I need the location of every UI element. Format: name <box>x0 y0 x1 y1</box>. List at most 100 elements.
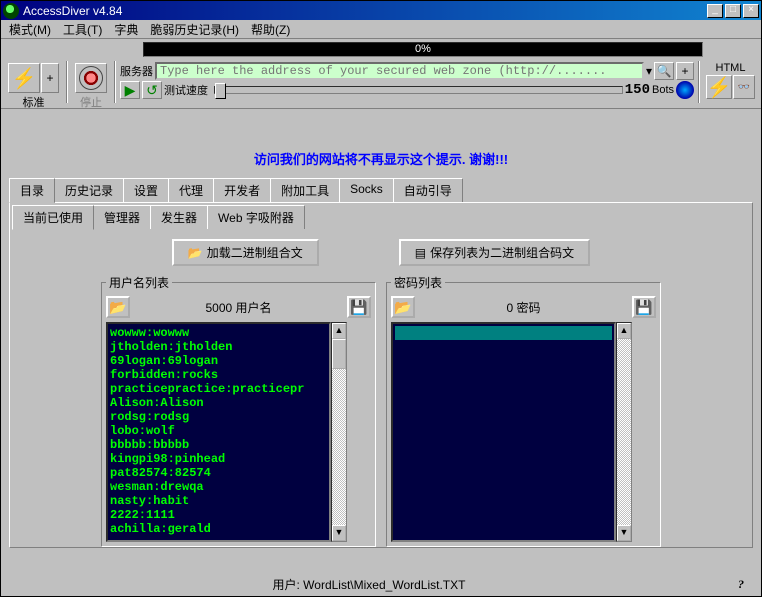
tab-settings[interactable]: 设置 <box>123 178 169 202</box>
password-list[interactable] <box>391 322 616 542</box>
maximize-button[interactable]: □ <box>725 4 741 18</box>
subtab-manager[interactable]: 管理器 <box>93 205 151 229</box>
username-panel: 用户名列表 📂 5000 用户名 💾 wowww:wowwwjtholden:j… <box>101 274 376 547</box>
password-legend: 密码列表 <box>391 274 445 291</box>
scroll-track[interactable] <box>617 339 631 525</box>
speed-label: 测试速度 <box>164 82 208 98</box>
close-button[interactable]: × <box>743 4 759 18</box>
minimize-button[interactable]: _ <box>707 4 723 18</box>
standard-button[interactable]: ⚡ <box>8 63 40 93</box>
bots-count: 150 <box>625 82 650 98</box>
password-panel: 密码列表 📂 0 密码 💾 ▲ ▼ <box>386 274 661 547</box>
menu-mode[interactable]: 模式(M) <box>3 19 57 40</box>
tab-proxy[interactable]: 代理 <box>168 178 214 202</box>
stop-label: 停止 <box>80 94 102 110</box>
scroll-down-button[interactable]: ▼ <box>617 525 631 541</box>
addr-plus-button[interactable]: + <box>676 62 694 80</box>
scroll-thumb[interactable] <box>332 339 346 369</box>
tab-autoguide[interactable]: 自动引导 <box>393 178 463 202</box>
save-combo-button[interactable]: ▤保存列表为二进制组合码文 <box>399 239 590 266</box>
folder-open-icon: 📂 <box>394 299 411 316</box>
slider-thumb[interactable] <box>215 83 226 99</box>
info-message: 访问我们的网站将不再显示这个提示. 谢谢!!! <box>1 109 761 178</box>
list-item[interactable]: forbidden:rocks <box>110 368 327 382</box>
standard-group: ⚡ + 标准 <box>5 61 62 112</box>
scroll-up-button[interactable]: ▲ <box>332 323 346 339</box>
list-item[interactable]: wowww:wowww <box>110 326 327 340</box>
folder-open-icon: 📂 <box>188 246 203 260</box>
bolt-icon: ⚡ <box>707 75 732 100</box>
open-pass-button[interactable]: 📂 <box>391 296 415 318</box>
tab-addons[interactable]: 附加工具 <box>270 178 340 202</box>
bots-label: Bots <box>652 84 674 96</box>
username-legend: 用户名列表 <box>106 274 172 291</box>
scroll-down-button[interactable]: ▼ <box>332 525 346 541</box>
progress-bar: 0% <box>143 42 703 57</box>
list-item[interactable]: kingpi98:pinhead <box>110 452 327 466</box>
save-users-button[interactable]: 💾 <box>347 296 371 318</box>
password-count: 0 密码 <box>419 299 628 316</box>
load-combo-button[interactable]: 📂 加载二进制组合文 <box>172 239 319 266</box>
list-item[interactable]: bbbbb:bbbbb <box>110 438 327 452</box>
floppy-icon: 💾 <box>635 299 652 316</box>
address-area: 服务器 ▾ 🔍 + ▶ ↺ 测试速度 150 Bots <box>120 61 694 99</box>
folder-open-icon: 📂 <box>109 299 126 316</box>
globe-icon[interactable] <box>676 81 694 99</box>
scroll-up-button[interactable]: ▲ <box>617 323 631 339</box>
sub-tabs: 当前已使用 管理器 发生器 Web 字吸附器 <box>12 205 750 229</box>
stop-group: 停止 <box>72 61 110 112</box>
pass-scrollbar[interactable]: ▲ ▼ <box>616 322 632 542</box>
selection-bar <box>395 326 612 340</box>
tab-socks[interactable]: Socks <box>339 178 394 202</box>
list-item[interactable]: wesman:drewqa <box>110 480 327 494</box>
menu-history[interactable]: 脆弱历史记录(H) <box>144 19 245 40</box>
html-bolt-button[interactable]: ⚡ <box>706 75 732 99</box>
scroll-track[interactable] <box>332 339 346 525</box>
list-item[interactable]: pat82574:82574 <box>110 466 327 480</box>
subtab-current[interactable]: 当前已使用 <box>12 205 94 230</box>
glasses-button[interactable]: 👓 <box>733 75 755 99</box>
list-item[interactable]: achilla:gerald <box>110 522 327 536</box>
list-item[interactable]: nasty:habit <box>110 494 327 508</box>
list-item[interactable]: practicepractice:practicepr <box>110 382 327 396</box>
list-item[interactable]: Alison:Alison <box>110 396 327 410</box>
go-arrow-button[interactable]: ▶ <box>120 81 140 99</box>
list-item[interactable]: lobo:wolf <box>110 424 327 438</box>
save-pass-button[interactable]: 💾 <box>632 296 656 318</box>
load-combo-label: 加载二进制组合文 <box>207 244 303 261</box>
divider <box>114 61 116 103</box>
tab-directory[interactable]: 目录 <box>9 178 55 203</box>
menu-dict[interactable]: 字典 <box>108 19 144 40</box>
standard-plus-button[interactable]: + <box>41 63 59 93</box>
save-combo-label: 保存列表为二进制组合码文 <box>430 244 574 261</box>
stop-button[interactable] <box>75 63 107 93</box>
menu-tools[interactable]: 工具(T) <box>57 19 108 40</box>
server-label: 服务器 <box>120 63 153 79</box>
open-users-button[interactable]: 📂 <box>106 296 130 318</box>
dropdown-icon[interactable]: ▾ <box>646 64 652 78</box>
tab-developer[interactable]: 开发者 <box>213 178 271 202</box>
hand-icon <box>79 66 103 90</box>
arrow-right-icon: ▶ <box>125 82 136 99</box>
divider <box>66 61 68 103</box>
tab-history[interactable]: 历史记录 <box>54 178 124 202</box>
menu-help[interactable]: 帮助(Z) <box>245 19 296 40</box>
list-item[interactable]: rodsg:rodsg <box>110 410 327 424</box>
list-item[interactable]: 2222:1111 <box>110 508 327 522</box>
user-scrollbar[interactable]: ▲ ▼ <box>331 322 347 542</box>
list-item[interactable]: 69logan:69logan <box>110 354 327 368</box>
list-item[interactable]: jtholden:jtholden <box>110 340 327 354</box>
go-button[interactable]: 🔍 <box>654 62 674 80</box>
subtab-generator[interactable]: 发生器 <box>150 205 208 229</box>
speed-slider[interactable] <box>214 86 623 94</box>
refresh-icon: ↺ <box>146 82 158 99</box>
main-tabs: 目录 历史记录 设置 代理 开发者 附加工具 Socks 自动引导 <box>9 178 753 202</box>
username-list[interactable]: wowww:wowwwjtholden:jtholden69logan:69lo… <box>106 322 331 542</box>
help-button[interactable]: ? <box>729 577 753 592</box>
subtab-webgrab[interactable]: Web 字吸附器 <box>207 205 305 229</box>
address-input[interactable] <box>155 62 644 80</box>
sub-tab-pane: 📂 加载二进制组合文 ▤保存列表为二进制组合码文 用户名列表 📂 5000 用户名… <box>12 229 750 545</box>
glasses-icon: 👓 <box>738 82 750 93</box>
title-bar[interactable]: AccessDiver v4.84 _ □ × <box>1 1 761 20</box>
refresh-button[interactable]: ↺ <box>142 81 162 99</box>
